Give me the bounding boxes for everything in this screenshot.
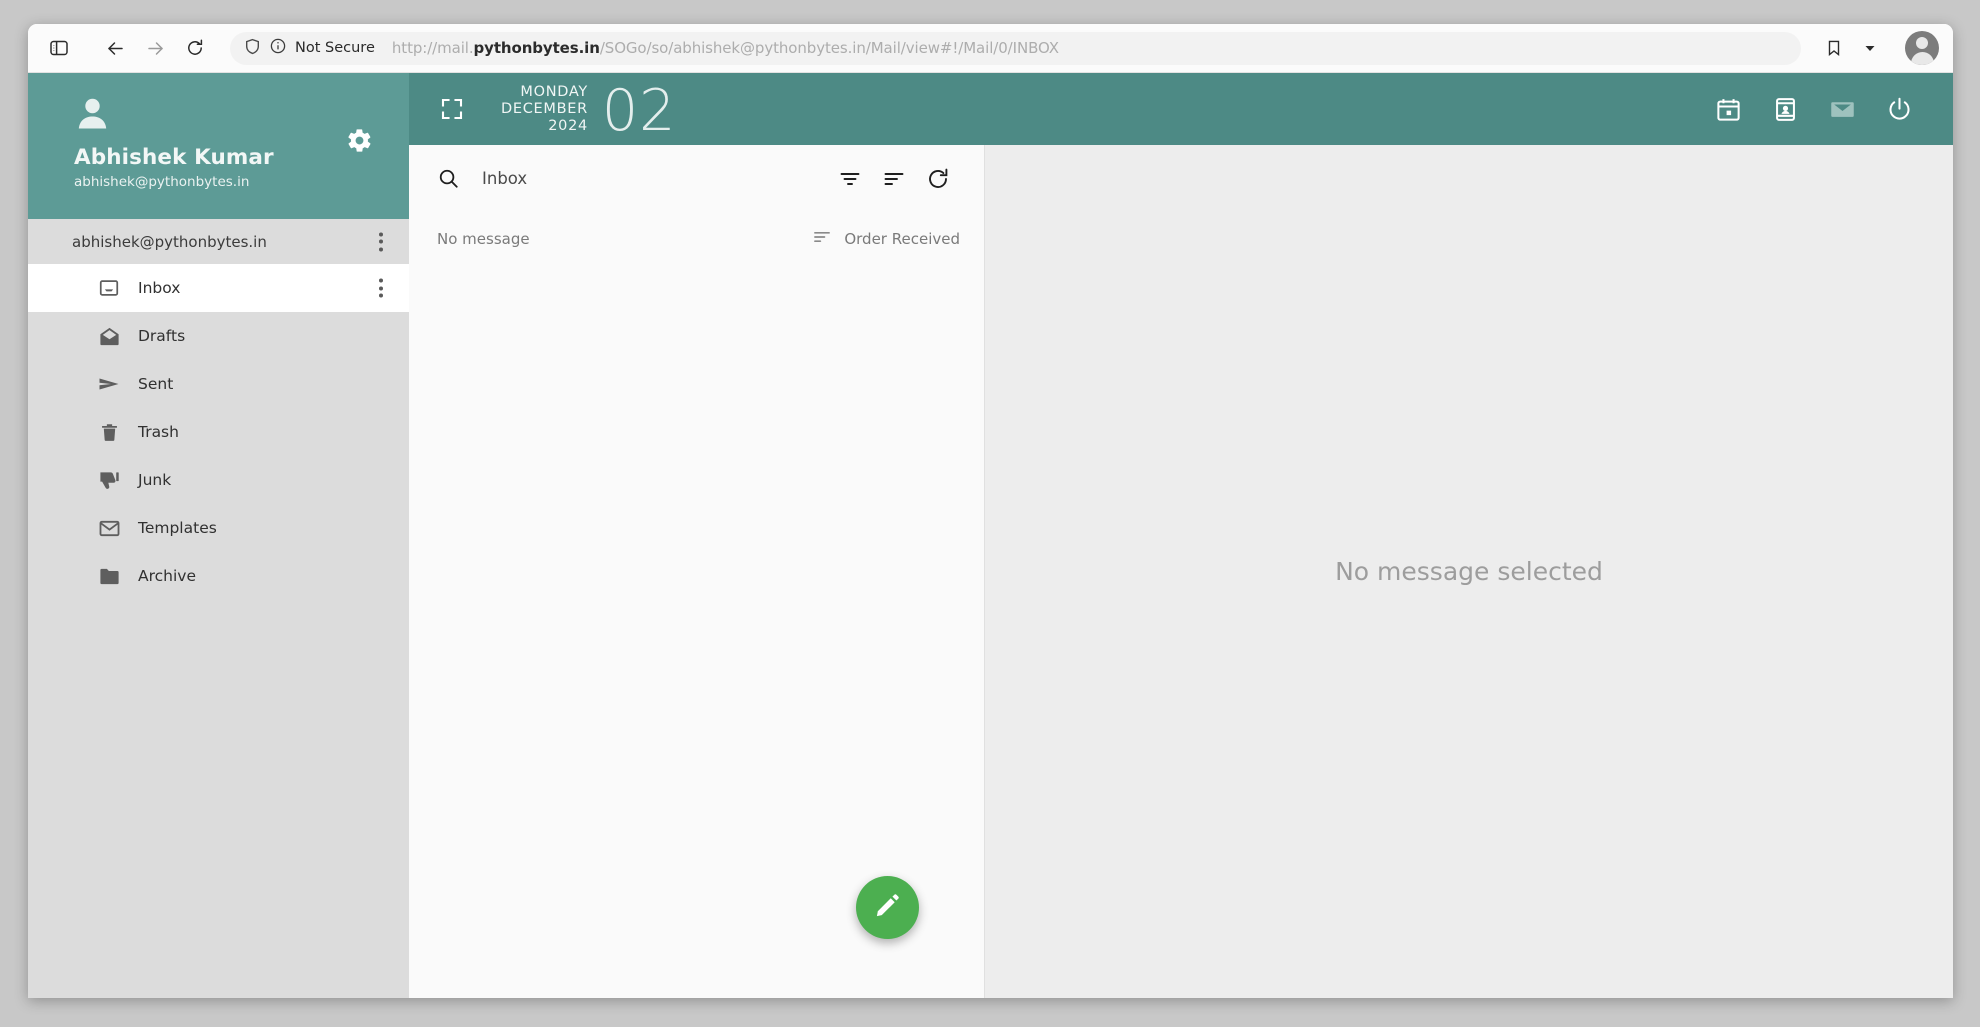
sidebar-item-junk[interactable]: Junk — [28, 456, 409, 504]
sidebar-item-label: Templates — [138, 519, 217, 537]
order-selector[interactable]: Order Received — [812, 227, 960, 251]
forward-arrow-icon[interactable] — [138, 31, 172, 65]
sidebar-item-drafts[interactable]: Drafts — [28, 312, 409, 360]
user-header: Abhishek Kumar abhishek@pythonbytes.in — [28, 73, 409, 219]
fullscreen-icon[interactable] — [441, 98, 463, 120]
sidebar-item-inbox[interactable]: Inbox — [28, 264, 409, 312]
sidebar-toggle-icon[interactable] — [42, 31, 76, 65]
search-input[interactable] — [482, 169, 828, 188]
sidebar-item-sent[interactable]: Sent — [28, 360, 409, 408]
browser-window: Not Secure http://mail.pythonbytes.in/SO… — [28, 24, 1953, 998]
chevron-down-icon[interactable] — [1853, 31, 1887, 65]
sidebar-item-trash[interactable]: Trash — [28, 408, 409, 456]
drafts-icon — [96, 323, 122, 349]
reading-pane: No message selected — [985, 145, 1953, 998]
security-status-label: Not Secure — [295, 40, 375, 56]
user-email: abhishek@pythonbytes.in — [74, 174, 250, 190]
sidebar-item-label: Drafts — [138, 327, 186, 345]
templates-icon — [96, 515, 122, 541]
date-parts: MONDAY DECEMBER 2024 — [501, 84, 588, 135]
mail-module-icon[interactable] — [1829, 96, 1856, 123]
url-text: http://mail.pythonbytes.in/SOGo/so/abhis… — [391, 39, 1059, 57]
date-weekday: MONDAY — [520, 84, 588, 100]
sogo-application: Abhishek Kumar abhishek@pythonbytes.in a… — [28, 73, 1953, 998]
main-area: MONDAY DECEMBER 2024 02 Inbox No message… — [409, 73, 1953, 998]
info-circle-icon[interactable] — [270, 38, 286, 58]
module-switcher — [1715, 96, 1913, 123]
refresh-icon[interactable] — [916, 157, 960, 201]
account-menu-icon[interactable] — [379, 232, 383, 251]
browser-toolbar: Not Secure http://mail.pythonbytes.in/SO… — [28, 24, 1953, 73]
bookmark-icon[interactable] — [1817, 31, 1851, 65]
logout-icon[interactable] — [1886, 96, 1913, 123]
contacts-module-icon[interactable] — [1772, 96, 1799, 123]
message-list-subbar: No message Order Received — [409, 212, 984, 265]
sidebar-item-label: Sent — [138, 375, 174, 393]
no-message-selected-label: No message selected — [1335, 557, 1603, 586]
archive-icon — [96, 563, 122, 589]
sidebar-item-archive[interactable]: Archive — [28, 552, 409, 600]
sent-icon — [96, 371, 122, 397]
shield-icon — [244, 38, 261, 59]
back-arrow-icon[interactable] — [98, 31, 132, 65]
junk-icon — [96, 467, 122, 493]
folder-list: Inbox Drafts Sent Trash Junk Templates A… — [28, 264, 409, 600]
pencil-icon — [874, 892, 901, 923]
account-row[interactable]: abhishek@pythonbytes.in — [28, 219, 409, 264]
date-year: 2024 — [548, 118, 588, 134]
trash-icon — [96, 419, 122, 445]
date-day-number: 02 — [601, 78, 677, 144]
mail-sidebar: Abhishek Kumar abhishek@pythonbytes.in a… — [28, 73, 409, 998]
account-label: abhishek@pythonbytes.in — [72, 232, 267, 251]
address-bar[interactable]: Not Secure http://mail.pythonbytes.in/SO… — [230, 31, 1801, 65]
content-body: No message Order Received — [409, 145, 1953, 998]
reload-icon[interactable] — [178, 31, 212, 65]
date-month: DECEMBER — [501, 101, 588, 117]
filter-icon[interactable] — [828, 157, 872, 201]
message-list-column: No message Order Received — [409, 145, 985, 998]
sidebar-item-label: Junk — [138, 471, 172, 489]
sidebar-item-label: Archive — [138, 567, 196, 585]
sort-lines-icon — [812, 227, 832, 251]
app-top-toolbar: MONDAY DECEMBER 2024 02 — [409, 73, 1953, 145]
message-list-toolbar — [409, 145, 984, 212]
navigation-buttons — [98, 31, 212, 65]
calendar-module-icon[interactable] — [1715, 96, 1742, 123]
inbox-icon — [96, 275, 122, 301]
order-label: Order Received — [844, 229, 960, 248]
sort-icon[interactable] — [872, 157, 916, 201]
search-icon[interactable] — [437, 167, 460, 190]
gear-icon[interactable] — [346, 127, 373, 158]
sidebar-filler — [28, 600, 409, 998]
sidebar-item-templates[interactable]: Templates — [28, 504, 409, 552]
empty-list-label: No message — [437, 229, 530, 248]
chrome-right-actions — [1817, 31, 1939, 65]
inbox-menu-icon[interactable] — [379, 278, 383, 298]
profile-avatar-icon[interactable] — [1905, 31, 1939, 65]
date-display: MONDAY DECEMBER 2024 02 — [501, 83, 676, 140]
sidebar-item-label: Trash — [138, 423, 179, 441]
sidebar-item-label: Inbox — [138, 279, 181, 297]
compose-button[interactable] — [856, 876, 919, 939]
